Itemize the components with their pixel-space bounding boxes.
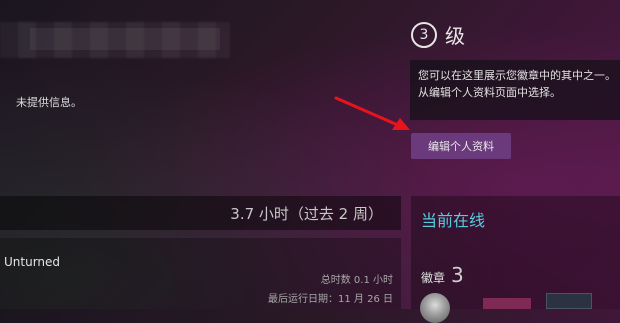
- showcase-hint: 您可以在这里展示您徽章中的其中之一。 从编辑个人资料页面中选择。: [418, 67, 616, 101]
- showcase-hint-line2: 从编辑个人资料页面中选择。: [418, 86, 561, 99]
- badge-showcase-panel: 您可以在这里展示您徽章中的其中之一。 从编辑个人资料页面中选择。: [410, 60, 620, 120]
- recent-game-item[interactable]: Unturned 总时数 0.1 小时 最后运行日期：11 月 26 日: [0, 238, 401, 309]
- game-last-played: 最后运行日期：11 月 26 日: [268, 294, 393, 305]
- edit-profile-button[interactable]: 编辑个人资料: [411, 133, 511, 159]
- recent-activity-header: 3.7 小时（过去 2 周）: [0, 196, 401, 230]
- showcase-hint-line1: 您可以在这里展示您徽章中的其中之一。: [418, 69, 616, 82]
- badge-icon-pink[interactable]: [483, 298, 531, 309]
- profile-level: 3 级: [411, 20, 465, 49]
- level-badge-circle: 3: [411, 21, 437, 48]
- badge-icon-silver[interactable]: [420, 293, 450, 323]
- badges-label[interactable]: 徽章: [421, 269, 445, 286]
- recent-hours: 3.7 小时（过去 2 周）: [230, 205, 383, 223]
- profile-summary: 未提供信息。: [16, 96, 82, 109]
- online-status: 当前在线: [421, 211, 486, 230]
- game-total-hours: 总时数 0.1 小时: [320, 275, 393, 286]
- level-label: 级: [445, 24, 465, 48]
- badge-icon-dark[interactable]: [546, 293, 592, 309]
- badges-link[interactable]: 徽章 3: [421, 263, 464, 287]
- blurred-profile-detail: [30, 28, 220, 50]
- game-name[interactable]: Unturned: [4, 255, 60, 269]
- badges-count[interactable]: 3: [451, 263, 464, 287]
- red-arrow-annotation: [334, 96, 410, 130]
